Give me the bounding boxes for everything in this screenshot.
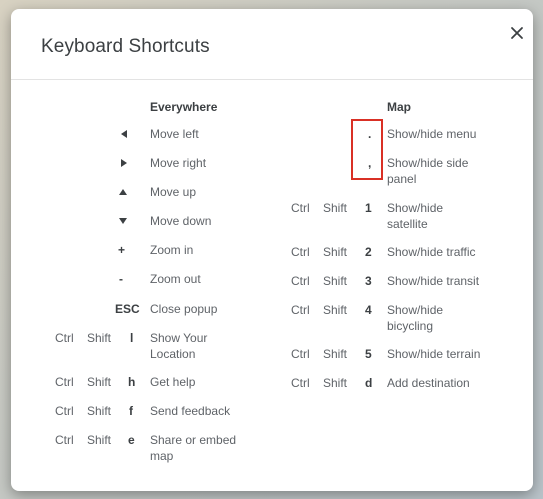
key-ctrl: Ctrl bbox=[291, 347, 310, 361]
key-minus: - bbox=[119, 272, 123, 286]
shortcut-move-left: Move left bbox=[150, 127, 199, 141]
key-3: 3 bbox=[365, 274, 372, 288]
key-ctrl: Ctrl bbox=[291, 274, 310, 288]
arrow-up-icon bbox=[119, 189, 127, 195]
shortcut-close-popup: Close popup bbox=[150, 302, 218, 316]
shortcut-show-your-location: Show Your Location bbox=[150, 331, 208, 361]
key-ctrl: Ctrl bbox=[291, 201, 310, 215]
key-ctrl: Ctrl bbox=[291, 245, 310, 259]
close-button[interactable] bbox=[503, 19, 531, 47]
shortcut-move-down: Move down bbox=[150, 214, 212, 228]
map-heading: Map bbox=[387, 100, 411, 114]
shortcut-share-or-embed-map: Share or embed map bbox=[150, 433, 237, 463]
arrow-right-icon bbox=[121, 159, 127, 167]
shortcut-send-feedback: Send feedback bbox=[150, 404, 231, 418]
key-2: 2 bbox=[365, 245, 372, 259]
key-shift: Shift bbox=[323, 303, 348, 317]
key-shift: Shift bbox=[87, 375, 112, 389]
key-l: l bbox=[130, 331, 134, 345]
key-shift: Shift bbox=[323, 376, 348, 390]
shortcut-show-hide-terrain: Show/hide terrain bbox=[387, 347, 481, 361]
shortcut-show-hide-satellite: Show/hide satellite bbox=[387, 201, 444, 231]
key-ctrl: Ctrl bbox=[291, 376, 310, 390]
dialog-title: Keyboard Shortcuts bbox=[41, 36, 210, 57]
shortcut-zoom-in: Zoom in bbox=[150, 243, 194, 257]
key-shift: Shift bbox=[323, 201, 348, 215]
key-shift: Shift bbox=[87, 433, 112, 447]
shortcut-zoom-out: Zoom out bbox=[150, 272, 201, 286]
shortcut-show-hide-bicycling: Show/hide bicycling bbox=[387, 303, 444, 333]
everywhere-heading: Everywhere bbox=[150, 100, 218, 114]
key-ctrl: Ctrl bbox=[55, 331, 74, 345]
highlight-box bbox=[351, 119, 383, 180]
shortcut-move-up: Move up bbox=[150, 185, 197, 199]
shortcut-get-help: Get help bbox=[150, 375, 196, 389]
key-h: h bbox=[128, 375, 136, 389]
shortcut-show-hide-transit: Show/hide transit bbox=[387, 274, 480, 288]
key-4: 4 bbox=[365, 303, 372, 317]
key-d: d bbox=[365, 376, 373, 390]
arrow-left-icon bbox=[121, 130, 127, 138]
arrow-down-icon bbox=[119, 218, 127, 224]
key-shift: Shift bbox=[323, 245, 348, 259]
key-esc: ESC bbox=[115, 302, 140, 316]
keyboard-shortcuts-dialog: Keyboard Shortcuts Everywhere Move left … bbox=[11, 9, 533, 491]
key-ctrl: Ctrl bbox=[55, 375, 74, 389]
shortcut-move-right: Move right bbox=[150, 156, 207, 170]
key-shift: Shift bbox=[87, 331, 112, 345]
shortcut-show-hide-side-panel: Show/hide side panel bbox=[387, 156, 469, 186]
key-ctrl: Ctrl bbox=[55, 404, 74, 418]
shortcut-add-destination: Add destination bbox=[387, 376, 470, 390]
key-5: 5 bbox=[365, 347, 372, 361]
shortcut-show-hide-menu: Show/hide menu bbox=[387, 127, 477, 141]
key-comma: , bbox=[368, 156, 372, 170]
key-plus: + bbox=[118, 243, 126, 257]
key-e: e bbox=[128, 433, 135, 447]
close-icon bbox=[511, 27, 523, 39]
key-f: f bbox=[129, 404, 133, 418]
key-ctrl: Ctrl bbox=[291, 303, 310, 317]
key-shift: Shift bbox=[323, 274, 348, 288]
key-shift: Shift bbox=[87, 404, 112, 418]
key-period: . bbox=[368, 127, 372, 141]
shortcut-show-hide-traffic: Show/hide traffic bbox=[387, 245, 476, 259]
key-ctrl: Ctrl bbox=[55, 433, 74, 447]
key-shift: Shift bbox=[323, 347, 348, 361]
key-1: 1 bbox=[365, 201, 372, 215]
header-divider bbox=[11, 79, 533, 80]
